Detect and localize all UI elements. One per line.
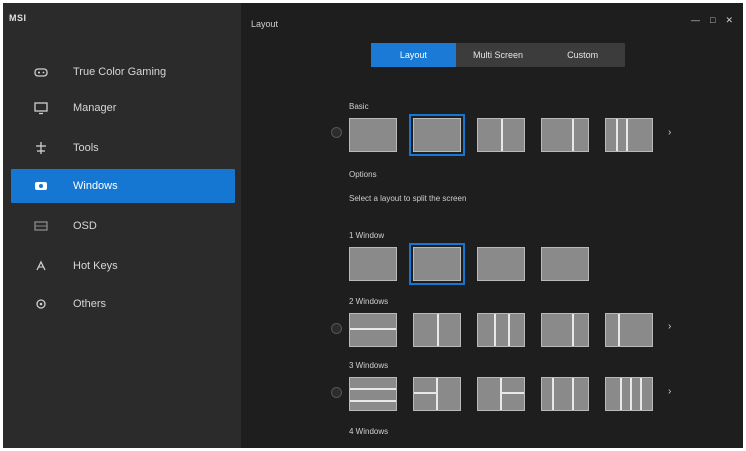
page-title: Layout [251,19,279,29]
sidebar-item-osd[interactable]: OSD [11,209,235,243]
chevron-right-icon[interactable]: › [668,321,671,332]
osd-icon [33,218,49,234]
sidebar-item-label: Tools [73,142,99,154]
chevron-right-icon[interactable]: › [668,386,671,397]
sidebar-item-label: True Color Gaming [73,66,167,78]
radio-3-windows[interactable] [331,387,342,398]
settings-icon [33,296,49,312]
sidebar-item-label: OSD [73,220,97,232]
section-label-1-window: 1 Window [349,231,385,240]
layout-tile-full[interactable] [349,118,397,152]
window-controls: — □ ✕ [691,15,733,25]
radio-basic[interactable] [331,127,342,138]
sidebar-item-hot-keys[interactable]: Hot Keys [11,249,235,283]
layout-tile-1b[interactable] [409,243,465,285]
layout-tile-split-2b[interactable] [541,118,589,152]
minimize-icon[interactable]: — [691,15,700,25]
layout-tile-3c[interactable] [477,377,525,411]
layout-tile-3e[interactable] [605,377,653,411]
layout-tile-2b[interactable] [413,313,461,347]
app-logo: MSI [9,13,27,23]
sidebar: MSI True Color Gaming Manager Tools Wind… [3,3,241,448]
monitor-icon [33,100,49,116]
sidebar-item-label: Hot Keys [73,260,118,272]
close-icon[interactable]: ✕ [725,15,733,25]
sidebar-item-label: Others [73,298,107,310]
chevron-right-icon[interactable]: › [668,127,671,138]
layout-tile-1a[interactable] [349,247,397,281]
section-label-2-windows: 2 Windows [349,297,389,306]
layout-tile-1d[interactable] [541,247,589,281]
sidebar-item-label: Manager [73,102,117,114]
section-sublabel-options: Options [349,170,377,179]
layout-tile-3a[interactable] [349,377,397,411]
maximize-icon[interactable]: □ [710,15,715,25]
layout-tile-2a[interactable] [349,313,397,347]
tab-multi-screen[interactable]: Multi Screen [456,43,541,67]
radio-2-windows[interactable] [331,323,342,334]
layout-tile-1c[interactable] [477,247,525,281]
main-panel: Layout — □ ✕ Layout Multi Screen Custom … [241,3,743,448]
app-window: MSI True Color Gaming Manager Tools Wind… [3,3,743,448]
tools-icon [33,140,49,156]
layout-description: Select a layout to split the screen [349,194,467,203]
layout-tile-split-2[interactable] [477,118,525,152]
layout-tile-2c[interactable] [477,313,525,347]
sidebar-item-manager[interactable]: Manager [11,91,235,125]
sidebar-item-label: Windows [73,180,118,192]
layout-tile-pip[interactable] [409,114,465,156]
gamepad-icon [33,64,49,80]
tab-layout[interactable]: Layout [371,43,456,67]
layout-tile-split-3[interactable] [605,118,653,152]
keyboard-icon [33,258,49,274]
tab-custom[interactable]: Custom [540,43,625,67]
tab-bar: Layout Multi Screen Custom [371,43,625,67]
layout-tile-2d[interactable] [541,313,589,347]
sidebar-item-tools[interactable]: Tools [11,131,235,165]
layout-tile-3b[interactable] [413,377,461,411]
sidebar-item-true-color-gaming[interactable]: True Color Gaming [11,55,235,89]
sidebar-item-others[interactable]: Others [11,287,235,321]
sidebar-item-windows[interactable]: Windows [11,169,235,203]
windows-icon [33,178,49,194]
layout-tile-3d[interactable] [541,377,589,411]
layout-tile-2e[interactable] [605,313,653,347]
section-label-basic: Basic [349,102,369,111]
section-label-4-windows: 4 Windows [349,427,389,436]
section-label-3-windows: 3 Windows [349,361,389,370]
